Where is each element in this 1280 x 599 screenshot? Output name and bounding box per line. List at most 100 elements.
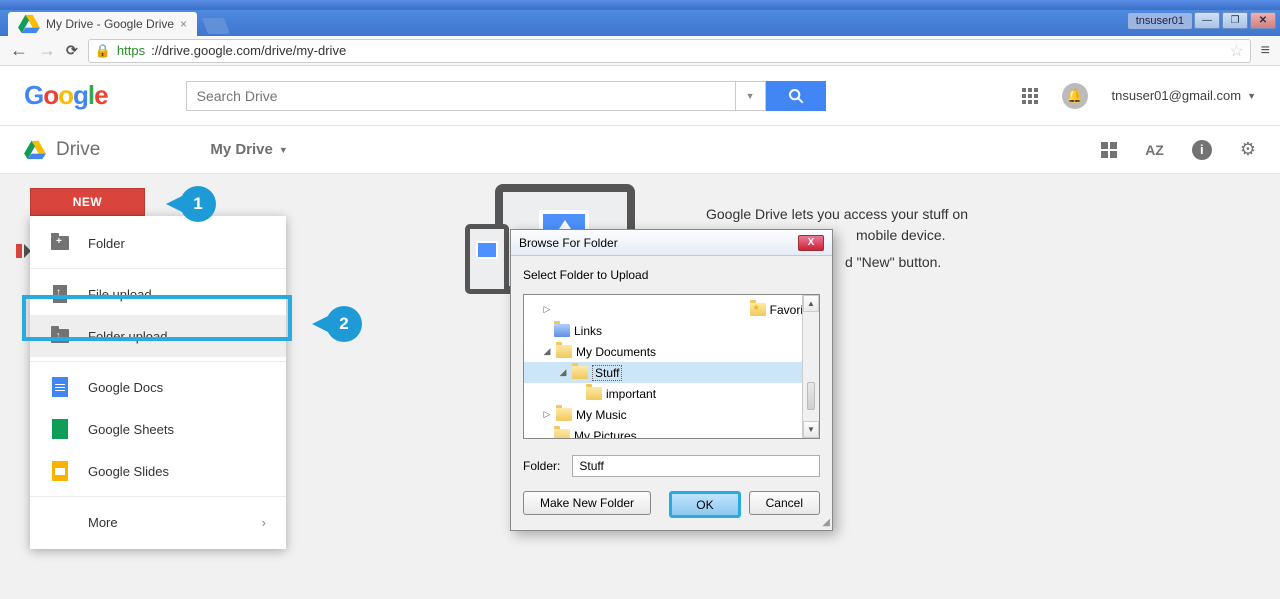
scrollbar[interactable]: ▲ ▼ [802,295,819,438]
close-window-button[interactable]: ✕ [1250,12,1276,29]
menu-label: Google Docs [88,380,163,395]
menu-label: Google Sheets [88,422,174,437]
new-tab-button[interactable] [202,18,230,34]
tree-node-important[interactable]: important [524,383,819,404]
folder-icon [556,408,572,421]
gear-icon[interactable]: ⚙ [1240,139,1256,160]
slides-icon [50,461,70,481]
folder-icon [586,387,602,400]
menu-item-folder[interactable]: Folder [30,222,286,264]
folder-tree[interactable]: ▷Favorites Links ◢My Documents ◢Stuff im… [523,294,820,439]
chrome-menu-button[interactable]: ≡ [1261,42,1270,60]
browse-folder-dialog: Browse For Folder X Select Folder to Upl… [510,229,833,531]
browser-tab[interactable]: My Drive - Google Drive × [8,12,197,36]
tree-node-favorites[interactable]: ▷Favorites [524,299,819,320]
menu-label: Folder upload [88,329,168,344]
docs-icon [50,377,70,397]
tree-node-pictures[interactable]: My Pictures [524,425,819,439]
reload-button[interactable]: ⟳ [66,42,78,59]
google-bar: Google ▼ 🔔 tnsuser01@gmail.com ▼ [0,66,1280,126]
cancel-button[interactable]: Cancel [749,491,820,515]
callout-1: 1 [180,186,216,222]
info-icon[interactable]: i [1192,140,1212,160]
drive-logo[interactable]: Drive [24,139,100,161]
tree-node-links[interactable]: Links [524,320,819,341]
folder-label: Folder: [523,459,560,473]
lock-icon: 🔒 [95,43,111,59]
menu-label: Folder [88,236,125,251]
drive-icon [24,140,46,160]
tree-node-stuff[interactable]: ◢Stuff [524,362,819,383]
menu-label: More [88,515,118,530]
url-path: ://drive.google.com/drive/my-drive [151,43,346,58]
browser-user-chip[interactable]: tnsuser01 [1128,13,1192,29]
tab-title: My Drive - Google Drive [46,17,174,31]
scroll-thumb[interactable] [807,382,815,410]
dialog-title: Browse For Folder [519,236,618,250]
menu-item-slides[interactable]: Google Slides [30,450,286,492]
apps-icon[interactable] [1022,88,1038,104]
chevron-down-icon: ▼ [1247,91,1256,101]
tree-node-music[interactable]: ▷My Music [524,404,819,425]
tree-node-documents[interactable]: ◢My Documents [524,341,819,362]
ok-button[interactable]: OK [669,491,740,518]
drive-icon [18,14,40,34]
menu-item-more[interactable]: More › [30,501,286,543]
tab-strip: My Drive - Google Drive × tnsuser01 — ❐ … [0,10,1280,36]
google-logo[interactable]: Google [24,80,108,111]
scroll-down-icon[interactable]: ▼ [803,421,819,438]
folder-icon [554,429,570,439]
callout-2: 2 [326,306,362,342]
menu-separator [30,361,286,362]
address-bar: ← → ⟳ 🔒 https ://drive.google.com/drive/m… [0,36,1280,66]
folder-icon [572,366,588,379]
sort-az-icon[interactable]: AZ [1145,142,1164,158]
breadcrumb[interactable]: My Drive ▼ [210,141,287,158]
folder-icon [556,345,572,358]
forward-button[interactable]: → [38,40,56,61]
omnibox[interactable]: 🔒 https ://drive.google.com/drive/my-driv… [88,39,1251,63]
menu-item-sheets[interactable]: Google Sheets [30,408,286,450]
search-input[interactable] [186,81,736,111]
search-icon [788,88,804,104]
chevron-down-icon: ▼ [279,145,288,155]
account-email: tnsuser01@gmail.com [1112,88,1242,103]
close-tab-icon[interactable]: × [180,17,187,31]
menu-label: File upload [88,287,152,302]
back-button[interactable]: ← [10,40,28,61]
dialog-titlebar[interactable]: Browse For Folder X [511,230,832,256]
search-button[interactable] [766,81,826,111]
menu-separator [30,268,286,269]
sidebar-indicator [16,244,22,258]
links-folder-icon [554,324,570,337]
search-options-caret[interactable]: ▼ [736,81,766,111]
file-upload-icon [50,284,70,304]
drive-toolbar: Drive My Drive ▼ AZ i ⚙ [0,126,1280,174]
sheets-icon [50,419,70,439]
maximize-button[interactable]: ❐ [1222,12,1248,29]
folder-upload-icon [50,326,70,346]
resize-grip-icon[interactable]: ◢ [822,517,830,528]
breadcrumb-label: My Drive [210,141,273,158]
account-menu[interactable]: tnsuser01@gmail.com ▼ [1112,88,1256,103]
make-new-folder-button[interactable]: Make New Folder [523,491,651,515]
menu-item-docs[interactable]: Google Docs [30,366,286,408]
menu-item-file-upload[interactable]: File upload [30,273,286,315]
drive-app-name: Drive [56,139,100,161]
bookmark-star-icon[interactable]: ☆ [1229,41,1243,61]
menu-item-folder-upload[interactable]: Folder upload [30,315,286,357]
notifications-icon[interactable]: 🔔 [1062,83,1088,109]
menu-separator [30,496,286,497]
new-menu: Folder File upload Folder upload Google … [30,216,286,549]
content-area: NEW Folder File upload Folder upload Goo… [0,174,1280,599]
chevron-right-icon: › [262,515,266,530]
minimize-button[interactable]: — [1194,12,1220,29]
dialog-instruction: Select Folder to Upload [523,268,820,282]
folder-input[interactable] [572,455,820,477]
new-button[interactable]: NEW [30,188,145,216]
url-protocol: https [117,43,145,58]
favorites-folder-icon [750,303,766,316]
scroll-up-icon[interactable]: ▲ [803,295,819,312]
grid-view-icon[interactable] [1101,142,1117,158]
close-icon[interactable]: X [798,235,824,251]
